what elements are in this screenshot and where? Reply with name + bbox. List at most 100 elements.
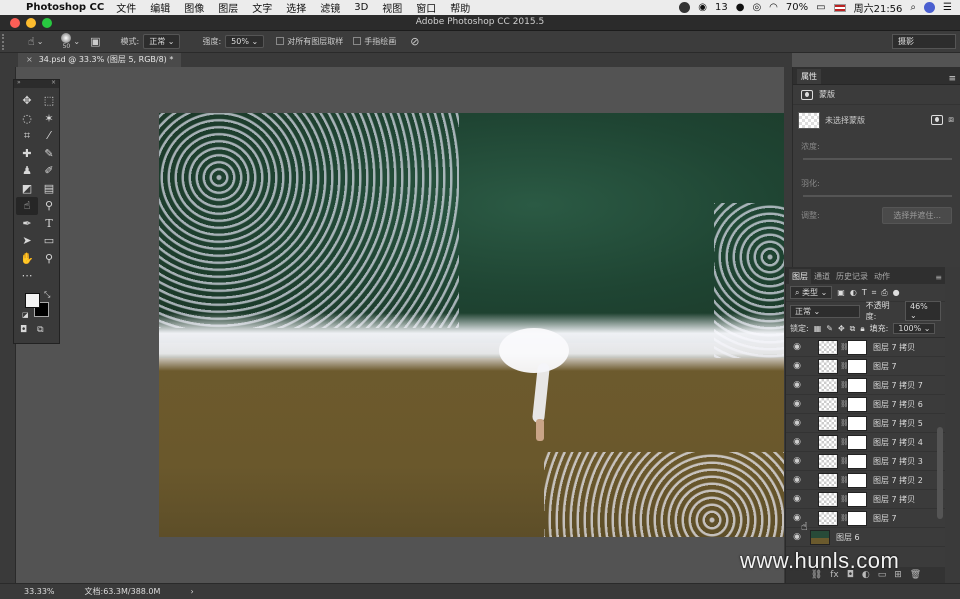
app-menu[interactable]: Photoshop CC [26,2,104,13]
preset-dropdown-icon[interactable]: ⌄ [37,37,44,46]
visibility-eye-icon[interactable]: ◉ [786,494,808,504]
screen-mode-icon[interactable]: ⧉ [37,325,43,335]
path-selection-tool-icon[interactable]: ➤ [16,232,38,250]
foreground-color-swatch[interactable] [25,292,40,308]
lock-artboard-icon[interactable]: ⧉ [850,324,856,334]
move-tool-icon[interactable]: ✥ [16,92,38,110]
finger-painting-checkbox[interactable]: 手指绘画 [353,36,396,47]
panel-menu-icon[interactable]: ≡ [948,74,956,84]
menu-image[interactable]: 图像 [184,0,204,15]
filter-toggle-icon[interactable]: ● [893,288,900,297]
tab-properties[interactable]: 属性 [797,69,821,84]
layer-row[interactable]: ◉ ⛓ 图层 7 拷贝 4 [786,433,945,452]
tab-channels[interactable]: 通道 [811,269,833,284]
magic-wand-tool-icon[interactable]: ✶ [38,110,60,128]
gradient-tool-icon[interactable]: ▤ [38,180,60,198]
menu-view[interactable]: 视图 [382,0,402,15]
quick-mask-icon[interactable]: ◘ [20,325,27,335]
battery-icon[interactable]: ▭ [816,2,825,13]
tab-history[interactable]: 历史记录 [833,269,871,284]
mask-thumbnail[interactable] [847,339,867,355]
layer-row[interactable]: ◉ ⛓ 图层 7 拷贝 5 [786,414,945,433]
zoom-tool-icon[interactable]: ⚲ [38,250,60,268]
layer-row[interactable]: ◉ 图层 6 [786,528,945,547]
visibility-eye-icon[interactable]: ◉ [786,342,808,352]
smudge-tool-preset-icon[interactable]: ☝ [28,35,35,48]
visibility-eye-icon[interactable]: ◉ [786,456,808,466]
menu-type[interactable]: 文字 [252,0,272,15]
default-colors-icon[interactable]: ◪ [22,311,29,319]
close-icon[interactable]: × [51,79,56,86]
visibility-eye-icon[interactable]: ◉ [786,475,808,485]
lasso-tool-icon[interactable]: ◌ [16,110,38,128]
healing-brush-tool-icon[interactable]: ✚ [16,145,38,163]
smudge-tool-icon[interactable]: ☝ [16,197,38,215]
lock-image-icon[interactable]: ✎ [826,324,833,333]
link-icon[interactable]: ⛓ [840,514,849,522]
mode-select[interactable]: 正常 ⌄ [143,34,181,49]
link-icon[interactable]: ⛓ [840,495,849,503]
pen-tool-icon[interactable]: ✒ [16,215,38,233]
filter-smart-object-icon[interactable]: ⎙ [881,288,887,298]
link-icon[interactable]: ⛓ [840,362,849,370]
document-tab[interactable]: × 34.psd @ 33.3% (图层 5, RGB/8) * [18,53,182,67]
record-icon[interactable] [679,2,691,13]
filter-kind-select[interactable]: ⌕ 类型 ⌄ [790,286,833,299]
visibility-eye-icon[interactable]: ◉ [786,399,808,409]
mask-thumbnail[interactable] [847,358,867,374]
mask-thumbnail[interactable] [847,396,867,412]
mask-thumbnail[interactable] [847,510,867,526]
mask-thumbnail[interactable] [847,453,867,469]
visibility-eye-icon[interactable]: ◉ [786,380,808,390]
wifi-icon[interactable]: ◠ [769,2,778,13]
options-grip[interactable] [2,33,16,50]
menu-file[interactable]: 文件 [116,0,136,15]
eyedropper-tool-icon[interactable]: ⁄ [38,127,60,145]
menu-window[interactable]: 窗口 [416,0,436,15]
menu-edit[interactable]: 编辑 [150,0,170,15]
filter-pixel-icon[interactable]: ▣ [837,288,845,297]
layers-scrollbar[interactable] [937,427,943,519]
menu-help[interactable]: 帮助 [450,0,470,15]
dodge-tool-icon[interactable]: ⚲ [38,197,60,215]
menu-select[interactable]: 选择 [286,0,306,15]
close-icon[interactable]: × [26,55,33,64]
tab-actions[interactable]: 动作 [871,269,893,284]
status-menu-icon[interactable]: › [190,587,193,596]
notification-center-icon[interactable]: ☰ [943,2,952,13]
qq-icon[interactable]: ● [736,2,745,13]
fill-input[interactable]: 100% ⌄ [893,323,936,334]
sample-all-layers-checkbox[interactable]: 对所有图层取样 [276,36,343,47]
siri-icon[interactable] [924,2,936,13]
layer-row[interactable]: ◉ ⛓ 图层 7 拷贝 3 [786,452,945,471]
link-icon[interactable]: ⛓ [840,381,849,389]
panel-menu-icon[interactable]: ≡ [935,273,942,284]
hand-tool-icon[interactable]: ✋ [16,250,38,268]
more-tools-icon[interactable]: ⋯ [16,267,38,285]
layer-row[interactable]: ◉ ⛓ 图层 7 [786,357,945,376]
add-pixel-mask-icon[interactable] [931,115,944,125]
select-and-mask-button[interactable]: 选择并遮住... [882,207,952,224]
mask-thumbnail[interactable] [847,491,867,507]
delete-layer-icon[interactable]: 🗑︎ [910,570,921,580]
brush-panel-toggle-icon[interactable]: ▣ [90,35,100,48]
pressure-icon[interactable]: ⊘ [410,35,419,48]
filter-adjustment-icon[interactable]: ◐ [850,288,857,297]
menu-3d[interactable]: 3D [354,2,368,13]
clock[interactable]: 周六21:56 [854,0,903,15]
zoom-level[interactable]: 33.33% [24,587,55,596]
layer-row[interactable]: ◉ ⛓ 图层 7 拷贝 2 [786,471,945,490]
mask-thumbnail[interactable] [847,377,867,393]
filter-type-icon[interactable]: T [862,288,867,297]
document-canvas-image[interactable] [159,113,784,537]
layer-mask-icon[interactable] [801,89,813,100]
layer-row[interactable]: ◉ ⛓ 图层 7 拷贝 [786,338,945,357]
mask-thumbnail[interactable] [847,472,867,488]
spotlight-icon[interactable]: ⌕ [910,2,916,13]
lock-transparent-icon[interactable]: ▦ [814,324,822,333]
workspace-select[interactable]: 摄影 [892,34,956,49]
mask-thumbnail[interactable] [847,434,867,450]
lock-all-icon[interactable]: 🔒︎ [860,324,864,334]
link-icon[interactable]: ⛓ [840,476,849,484]
link-icon[interactable]: ⛓ [840,343,849,351]
